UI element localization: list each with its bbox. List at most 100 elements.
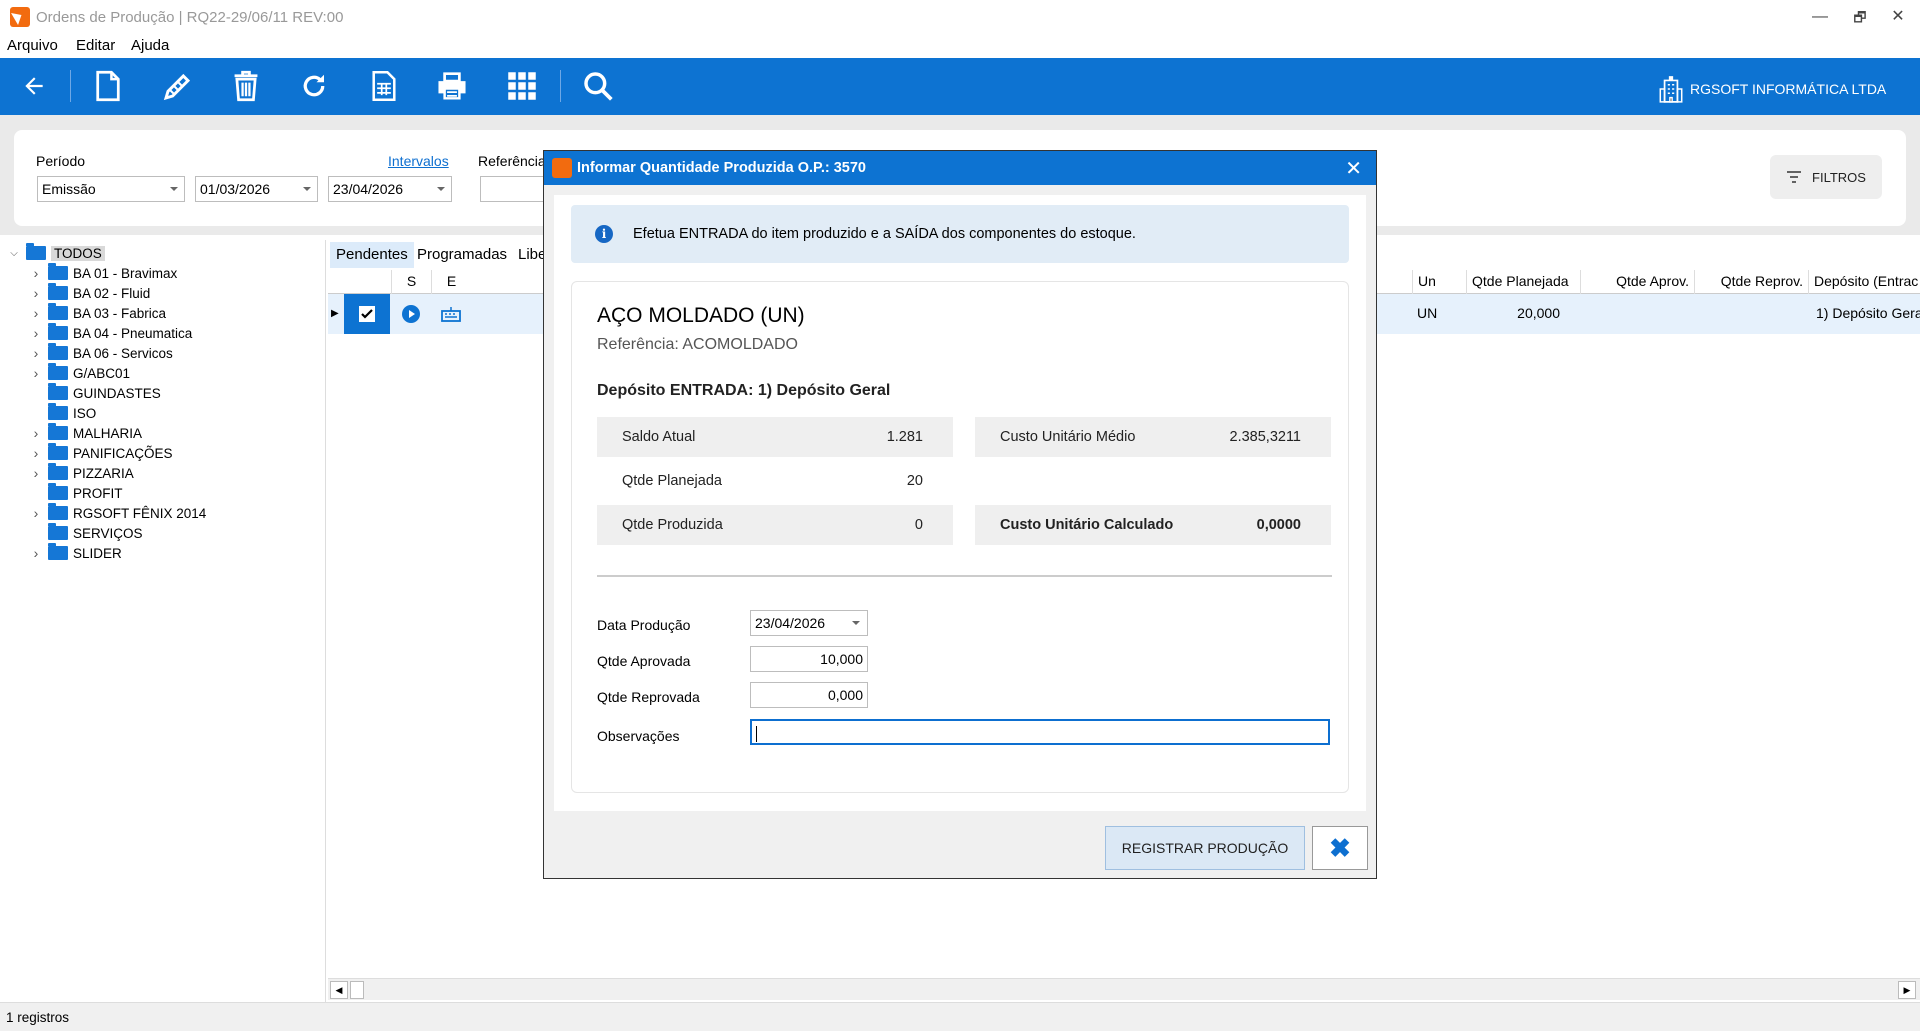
tree-item[interactable]: › MALHARIA bbox=[30, 423, 142, 443]
folder-icon bbox=[48, 283, 68, 300]
tree-item[interactable]: GUINDASTES bbox=[30, 383, 161, 403]
expand-icon[interactable]: › bbox=[30, 545, 42, 561]
cell-qtde-reprov bbox=[1694, 294, 1808, 334]
expand-icon[interactable]: › bbox=[30, 305, 42, 321]
tab-programadas[interactable]: Programadas bbox=[411, 242, 513, 268]
minimize-button[interactable]: — bbox=[1798, 4, 1842, 30]
row-status-button[interactable] bbox=[391, 294, 431, 334]
collapse-icon[interactable]: ⌵ bbox=[8, 248, 20, 259]
product-name: AÇO MOLDADO (UN) bbox=[597, 304, 805, 327]
horizontal-scrollbar[interactable]: ◀ ▶ bbox=[328, 978, 1920, 1000]
scroll-left-icon[interactable]: ◀ bbox=[330, 981, 348, 999]
filters-button[interactable]: FILTROS bbox=[1770, 155, 1882, 199]
scroll-right-icon[interactable]: ▶ bbox=[1898, 981, 1916, 999]
folder-icon bbox=[48, 523, 68, 540]
tree-item[interactable]: › RGSOFT FÊNIX 2014 bbox=[30, 503, 206, 523]
intervals-link[interactable]: Intervalos bbox=[388, 153, 449, 169]
stat-label: Custo Unitário Médio bbox=[1000, 429, 1136, 445]
row-select-checkbox[interactable] bbox=[344, 294, 390, 334]
play-circle-icon bbox=[402, 305, 420, 323]
date-from-picker[interactable]: 01/03/2026 bbox=[195, 176, 318, 202]
column-header-qtde-reprov[interactable]: Qtde Reprov. bbox=[1694, 270, 1808, 294]
delete-button[interactable] bbox=[224, 66, 268, 106]
new-button[interactable] bbox=[86, 66, 130, 106]
print-button[interactable] bbox=[430, 66, 474, 106]
reference-label: Referência bbox=[478, 153, 546, 169]
dialog-title: Informar Quantidade Produzida O.P.: 3570 bbox=[577, 160, 866, 176]
tree-item-label: PANIFICAÇÕES bbox=[73, 445, 173, 461]
expand-icon[interactable]: › bbox=[30, 445, 42, 461]
records-count: 1 registros bbox=[6, 1010, 70, 1025]
row-stock-button[interactable] bbox=[431, 294, 471, 334]
tree-item[interactable]: › BA 03 - Fabrica bbox=[30, 303, 166, 323]
close-window-button[interactable]: ✕ bbox=[1876, 4, 1920, 30]
column-header-qtde-planejada[interactable]: Qtde Planejada bbox=[1466, 270, 1580, 294]
menu-editar[interactable]: Editar bbox=[76, 37, 115, 54]
refresh-button[interactable] bbox=[292, 66, 336, 106]
scroll-thumb[interactable] bbox=[350, 981, 364, 999]
period-type-select[interactable]: Emissão bbox=[37, 176, 185, 202]
observacoes-input[interactable] bbox=[750, 719, 1330, 745]
cell-qtde-aprov bbox=[1580, 294, 1694, 334]
column-header-s[interactable]: S bbox=[391, 270, 431, 294]
chevron-down-icon bbox=[303, 187, 311, 191]
toolbar-separator bbox=[560, 70, 561, 102]
refresh-icon bbox=[303, 74, 325, 97]
tree-root-todos[interactable]: ⌵ TODOS bbox=[8, 243, 105, 263]
column-header-deposito[interactable]: Depósito (Entrac bbox=[1808, 270, 1920, 294]
tree-item[interactable]: › G/ABC01 bbox=[30, 363, 130, 383]
menu-ajuda[interactable]: Ajuda bbox=[131, 37, 169, 54]
expand-icon[interactable]: › bbox=[30, 465, 42, 481]
folder-icon bbox=[48, 423, 68, 440]
tree-item-label: BA 04 - Pneumatica bbox=[73, 325, 193, 341]
product-card: AÇO MOLDADO (UN) Referência: ACOMOLDADO … bbox=[571, 281, 1349, 793]
info-text: Efetua ENTRADA do item produzido e a SAÍ… bbox=[633, 226, 1136, 242]
menu-arquivo[interactable]: Arquivo bbox=[7, 37, 58, 54]
tree-item[interactable]: › PANIFICAÇÕES bbox=[30, 443, 173, 463]
tree-item[interactable]: › SLIDER bbox=[30, 543, 122, 563]
qtde-reprovada-input[interactable]: 0,000 bbox=[750, 682, 868, 708]
tree-item-label: ISO bbox=[73, 405, 97, 421]
expand-icon[interactable]: › bbox=[30, 345, 42, 361]
register-production-button[interactable]: REGISTRAR PRODUÇÃO bbox=[1105, 826, 1305, 870]
company-label: RGSOFT INFORMÁTICA LTDA bbox=[1658, 74, 1886, 104]
date-from-value: 01/03/2026 bbox=[200, 181, 271, 197]
qtde-reprovada-label: Qtde Reprovada bbox=[597, 689, 700, 705]
tree-item-label: PIZZARIA bbox=[73, 465, 134, 481]
expand-icon[interactable]: › bbox=[30, 365, 42, 381]
column-header-un[interactable]: Un bbox=[1412, 270, 1472, 294]
report-button[interactable] bbox=[362, 66, 406, 106]
edit-button[interactable] bbox=[156, 66, 200, 106]
tree-item-label: SERVIÇOS bbox=[73, 525, 143, 541]
apps-button[interactable] bbox=[500, 66, 544, 106]
tree-item[interactable]: › BA 01 - Bravimax bbox=[30, 263, 177, 283]
data-producao-picker[interactable]: 23/04/2026 bbox=[750, 610, 868, 636]
tab-pendentes[interactable]: Pendentes bbox=[330, 242, 414, 268]
tree-item[interactable]: › BA 06 - Servicos bbox=[30, 343, 173, 363]
tree-item[interactable]: › BA 04 - Pneumatica bbox=[30, 323, 192, 343]
expand-icon[interactable]: › bbox=[30, 285, 42, 301]
tree-item-label: GUINDASTES bbox=[73, 385, 161, 401]
date-to-picker[interactable]: 23/04/2026 bbox=[328, 176, 452, 202]
tree-item[interactable]: ISO bbox=[30, 403, 96, 423]
tree-item[interactable]: › PIZZARIA bbox=[30, 463, 134, 483]
qtde-aprovada-input[interactable]: 10,000 bbox=[750, 646, 868, 672]
reference-input[interactable] bbox=[480, 176, 550, 202]
search-icon bbox=[584, 72, 613, 101]
back-button[interactable] bbox=[12, 66, 56, 106]
stat-saldo-atual: Saldo Atual 1.281 bbox=[597, 417, 953, 457]
tree-item[interactable]: SERVIÇOS bbox=[30, 523, 143, 543]
search-button[interactable] bbox=[576, 66, 620, 106]
tree-item[interactable]: PROFIT bbox=[30, 483, 123, 503]
folder-icon bbox=[48, 343, 68, 360]
expand-icon[interactable]: › bbox=[30, 425, 42, 441]
tree-item[interactable]: › BA 02 - Fluid bbox=[30, 283, 150, 303]
dialog-close-icon[interactable]: ✕ bbox=[1345, 156, 1362, 181]
expand-icon[interactable]: › bbox=[30, 325, 42, 341]
group-tree: ⌵ TODOS › BA 01 - Bravimax › BA 02 - Fluid ›… bbox=[0, 240, 326, 1002]
cancel-button[interactable]: ✖ bbox=[1312, 826, 1368, 870]
column-header-qtde-aprov[interactable]: Qtde Aprov. bbox=[1580, 270, 1694, 294]
expand-icon[interactable]: › bbox=[30, 505, 42, 521]
expand-icon[interactable]: › bbox=[30, 265, 42, 281]
column-header-e[interactable]: E bbox=[431, 270, 471, 294]
